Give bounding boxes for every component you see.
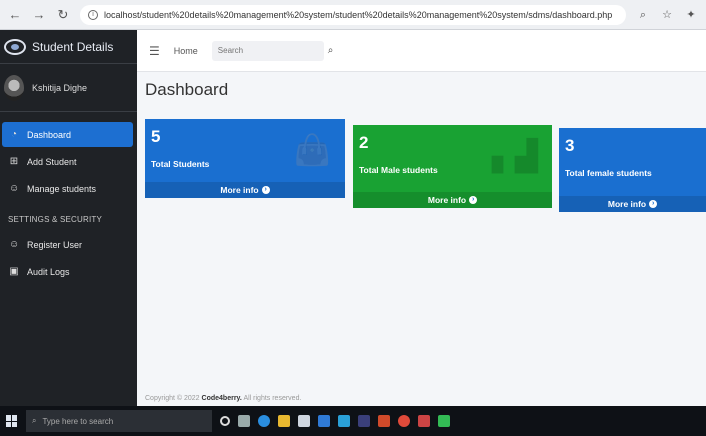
arrow-circle-right-icon: › [649,200,658,208]
address-bar[interactable]: i localhost/student%20details%20manageme… [80,4,626,25]
taskbar-search[interactable]: ⌕ Type here to search [26,410,212,432]
app-icon[interactable] [438,415,450,427]
stat-label: Total female students [565,168,652,178]
plus-square-icon: ⊞ [9,155,19,167]
sidebar-item-label: Audit Logs [27,266,70,277]
page-footer: Copyright © 2022 Code4berry. All rights … [145,395,301,402]
windows-start-icon[interactable] [6,415,18,427]
stat-box-total-students: 5 Total Students 👜 More info › [145,119,345,198]
arrow-circle-right-icon: › [261,186,270,194]
search-input[interactable] [211,46,328,55]
browser-toolbar: ← → ↻ i localhost/student%20details%20ma… [0,0,706,30]
info-icon[interactable]: i [88,9,98,20]
search-icon[interactable]: ⌕ [328,45,334,56]
sidebar-item-label: Dashboard [27,129,72,140]
sidebar-item-audit-logs[interactable]: ▣ Audit Logs [0,259,133,284]
app-icon[interactable] [378,415,390,427]
sidebar-item-label: Manage students [27,183,97,194]
stat-label: Total Students [151,159,210,169]
sidebar-menu: ◔ Dashboard ⊞ Add Student ☺ Manage stude… [0,112,137,284]
more-info-link[interactable]: More info › [145,182,345,198]
app-icon[interactable] [358,415,370,427]
chrome-icon[interactable] [398,415,410,427]
more-info-label: More info [220,185,259,195]
edge-icon[interactable] [258,415,270,427]
image-icon: ▣ [9,265,19,277]
file-explorer-icon[interactable] [278,415,290,427]
stat-box-male-students: 2 Total Male students ▖▟ More info › [353,125,552,208]
sidebar-item-dashboard[interactable]: ◔ Dashboard [2,122,133,147]
stat-box-female-students: 3 Total female students More info › [559,128,706,212]
sidebar: Student Details Kshitija Dighe ◔ Dashboa… [0,30,137,406]
avatar [4,74,24,101]
user-icon: ☺ [9,238,20,250]
bar-chart-icon: ▖▟ [491,140,538,173]
top-navbar: ☰ Home ⌕ [137,30,706,72]
more-info-label: More info [607,199,647,209]
user-panel[interactable]: Kshitija Dighe [0,64,137,112]
main-content: Dashboard 5 Total Students 👜 More info ›… [137,72,706,406]
back-icon[interactable]: ← [8,7,22,22]
app-icon[interactable] [418,415,430,427]
brand-text: Student Details [32,39,114,54]
user-name[interactable]: Kshitija Dighe [32,83,87,93]
stat-number: 5 [151,127,161,146]
brand-logo-icon [4,38,26,55]
footer-rights: All rights reserved. [243,395,302,402]
stat-number: 2 [359,133,369,152]
more-info-label: More info [427,195,467,205]
search-form: ⌕ [211,40,333,61]
hamburger-menu-icon[interactable]: ☰ [149,44,160,58]
cortana-icon[interactable] [220,416,230,426]
windows-taskbar: ⌕ Type here to search [0,406,706,436]
more-info-link[interactable]: More info › [353,192,552,208]
shopping-bag-icon: 👜 [293,134,331,167]
home-link[interactable]: Home [174,46,198,56]
stat-number: 3 [565,136,575,155]
favorite-icon[interactable]: ☆ [660,8,674,22]
url-text: localhost/student%20details%20management… [104,9,613,20]
reload-icon[interactable]: ↻ [56,7,70,22]
app-icon[interactable] [338,415,350,427]
taskbar-search-placeholder: Type here to search [42,416,114,426]
sidebar-item-label: Add Student [27,156,77,167]
forward-icon[interactable]: → [32,7,46,22]
store-icon[interactable] [298,415,310,427]
stat-label: Total Male students [359,165,438,175]
search-icon: ⌕ [32,416,37,425]
footer-brand-link[interactable]: Code4berry. [202,395,242,402]
extensions-icon[interactable]: ✦ [684,8,698,22]
sidebar-item-add-student[interactable]: ⊞ Add Student [0,149,133,174]
zoom-icon[interactable]: ⌕ [636,8,650,22]
brand[interactable]: Student Details [0,30,137,64]
page-title: Dashboard [145,80,229,99]
mail-icon[interactable] [318,415,330,427]
task-view-icon[interactable] [238,415,250,427]
sidebar-item-register-user[interactable]: ☺ Register User [0,232,133,257]
dashboard-icon: ◔ [10,128,18,140]
user-icon: ☺ [9,182,20,194]
footer-copyright: Copyright © 2022 [145,395,200,402]
settings-section-header: SETTINGS & SECURITY [8,215,103,224]
arrow-circle-right-icon: › [469,196,478,204]
more-info-link[interactable]: More info › [559,196,706,212]
sidebar-item-manage-students[interactable]: ☺ Manage students [0,176,133,201]
sidebar-item-label: Register User [27,239,83,250]
